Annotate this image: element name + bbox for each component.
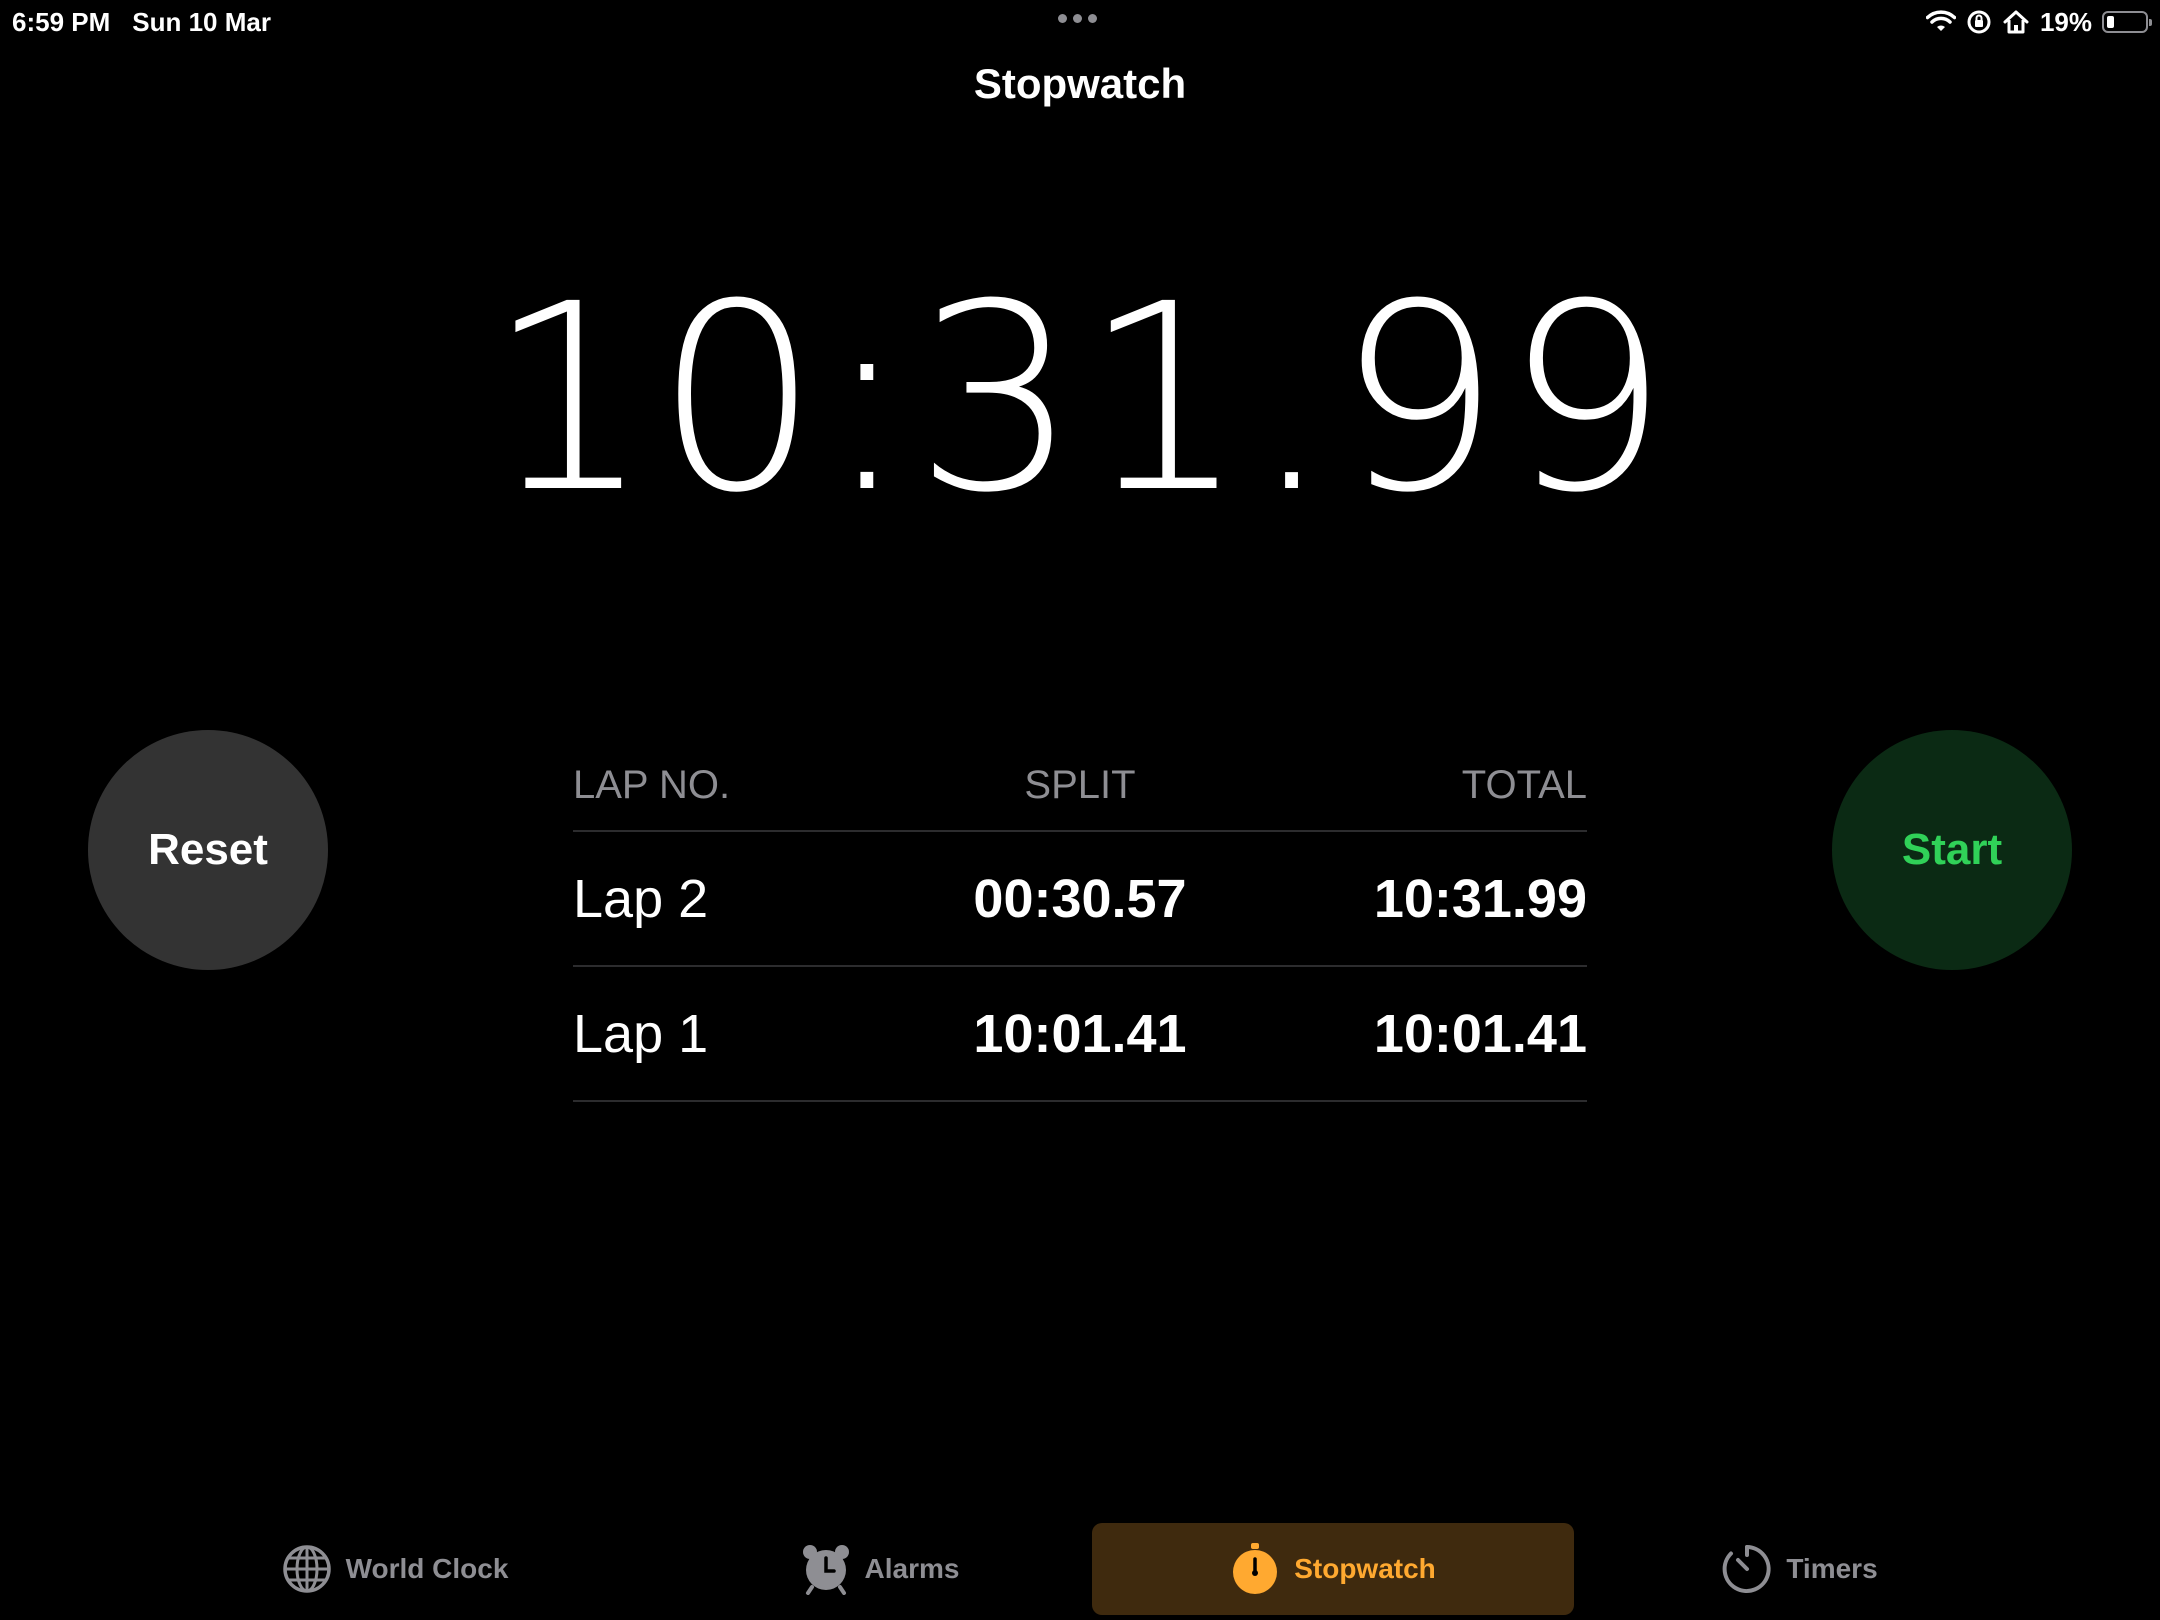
battery-level bbox=[2107, 16, 2114, 28]
header-lap-no: LAP NO. bbox=[573, 762, 731, 807]
tab-stopwatch[interactable]: Stopwatch bbox=[1092, 1523, 1574, 1615]
handle-dot bbox=[1073, 14, 1082, 23]
handle-dot bbox=[1058, 14, 1067, 23]
tab-label: Timers bbox=[1786, 1553, 1878, 1584]
status-time: 6:59 PM bbox=[12, 6, 111, 37]
wifi-icon bbox=[1925, 10, 1956, 34]
lap-split: 00:30.57 bbox=[973, 868, 1187, 929]
lap-number: Lap 2 bbox=[573, 868, 709, 929]
tab-bar: World Clock Alarms Stopwatch Timers bbox=[0, 1520, 2160, 1620]
lap-total: 10:01.41 bbox=[1373, 1003, 1587, 1064]
home-icon bbox=[2002, 9, 2030, 35]
lap-total: 10:31.99 bbox=[1373, 868, 1587, 929]
screen-lock-rotation-icon bbox=[1966, 9, 1992, 35]
status-date: Sun 10 Mar bbox=[132, 6, 271, 37]
battery-percent: 19% bbox=[2039, 6, 2092, 37]
stopwatch-screen: 6:59 PM Sun 10 Mar 19% Stopwatch 10:31.9… bbox=[0, 0, 2160, 1620]
tab-timers[interactable]: Timers bbox=[1710, 1523, 1890, 1615]
battery-icon bbox=[2102, 11, 2152, 33]
tab-label: World Clock bbox=[345, 1553, 509, 1584]
alarm-clock-icon bbox=[801, 1543, 851, 1595]
status-bar-left: 6:59 PM Sun 10 Mar bbox=[12, 4, 271, 40]
start-button-label: Start bbox=[1901, 825, 2003, 874]
globe-icon bbox=[282, 1544, 332, 1594]
lap-number: Lap 1 bbox=[573, 1003, 709, 1064]
tab-label: Stopwatch bbox=[1294, 1553, 1436, 1584]
stopwatch-icon bbox=[1230, 1542, 1280, 1596]
multitasking-handle[interactable] bbox=[1058, 14, 1097, 23]
reset-button[interactable]: Reset bbox=[88, 730, 328, 970]
tab-world-clock[interactable]: World Clock bbox=[270, 1523, 520, 1615]
lap-row: Lap 2 00:30.57 10:31.99 bbox=[573, 832, 1587, 967]
lap-split: 10:01.41 bbox=[973, 1003, 1187, 1064]
laps-header: LAP NO. SPLIT TOTAL bbox=[573, 740, 1587, 832]
stopwatch-time-display: 10:31.99 bbox=[487, 249, 1673, 549]
lap-row: Lap 1 10:01.41 10:01.41 bbox=[573, 967, 1587, 1102]
tab-label: Alarms bbox=[864, 1553, 960, 1584]
page-title: Stopwatch bbox=[973, 60, 1187, 107]
tab-alarms[interactable]: Alarms bbox=[780, 1523, 980, 1615]
start-button[interactable]: Start bbox=[1832, 730, 2072, 970]
status-bar-right: 19% bbox=[1925, 4, 2152, 40]
header-split: SPLIT bbox=[1024, 762, 1136, 807]
handle-dot bbox=[1088, 14, 1097, 23]
header-total: TOTAL bbox=[1461, 762, 1587, 807]
reset-button-label: Reset bbox=[148, 825, 268, 874]
timer-icon bbox=[1722, 1544, 1772, 1594]
laps-table: LAP NO. SPLIT TOTAL Lap 2 00:30.57 10:31… bbox=[573, 740, 1587, 1102]
